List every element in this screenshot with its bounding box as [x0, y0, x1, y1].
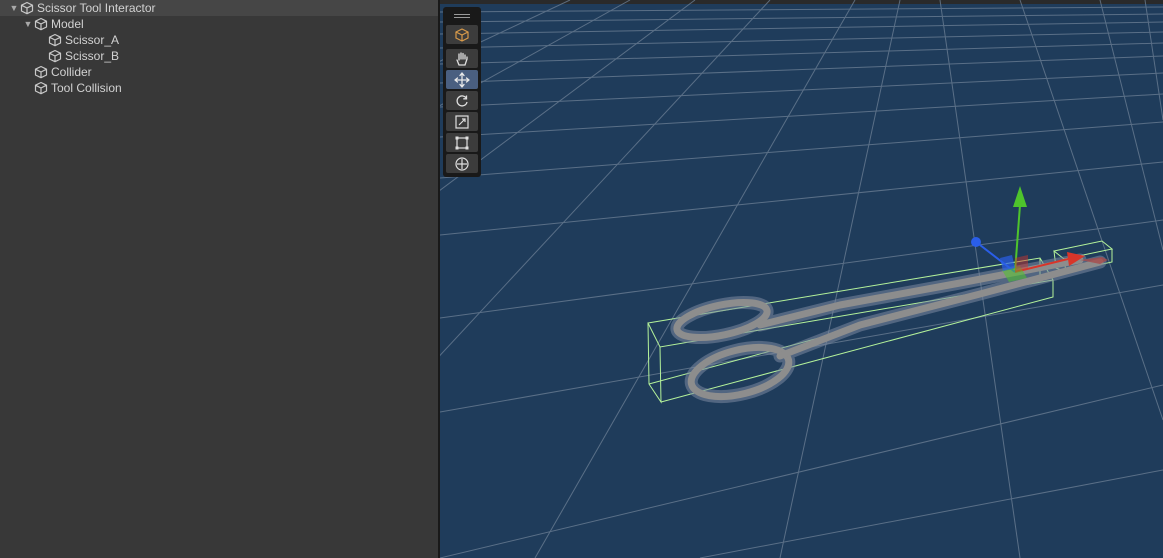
hierarchy-row-model[interactable]: ▼ Model	[0, 16, 438, 32]
hierarchy-item-label: Tool Collision	[51, 81, 122, 95]
hand-icon	[456, 51, 468, 66]
gameobject-cube-icon	[34, 65, 48, 79]
toolbar-grip-handle[interactable]	[446, 9, 478, 23]
hierarchy-panel: ▼ Scissor Tool Interactor ▼ Model ▼ Scis…	[0, 0, 438, 558]
hierarchy-row-tool-collision[interactable]: ▼ Tool Collision	[0, 80, 438, 96]
cube-icon	[455, 27, 469, 42]
scale-tool-button[interactable]	[446, 112, 478, 131]
scissors-model[interactable]	[670, 253, 1108, 405]
hierarchy-item-label: Scissor_B	[65, 49, 120, 63]
scene-tools-toolbar	[443, 7, 481, 177]
hierarchy-row-scissor-b[interactable]: ▼ Scissor_B	[0, 48, 438, 64]
gameobject-cube-icon	[48, 33, 62, 47]
transform-tool-button[interactable]	[446, 154, 478, 173]
hierarchy-item-label: Model	[51, 17, 84, 31]
hierarchy-row-scissor-tool-interactor[interactable]: ▼ Scissor Tool Interactor	[0, 0, 438, 16]
hand-tool-button[interactable]	[446, 49, 478, 68]
gameobject-cube-icon	[34, 17, 48, 31]
rotate-tool-button[interactable]	[446, 91, 478, 110]
rect-icon	[455, 136, 469, 149]
transform-icon	[455, 156, 469, 171]
scale-icon	[455, 114, 469, 129]
rotate-icon	[456, 94, 468, 107]
gizmo-y-arrow[interactable]	[1013, 186, 1027, 207]
scene-top-bar	[440, 0, 1163, 4]
move-tool-button[interactable]	[446, 70, 478, 89]
rect-tool-button[interactable]	[446, 133, 478, 152]
move-arrows-icon	[454, 71, 470, 88]
hierarchy-item-label: Collider	[51, 65, 92, 79]
view-tool-button[interactable]	[446, 25, 478, 44]
foldout-expanded-icon[interactable]: ▼	[8, 0, 20, 16]
scene-viewport[interactable]	[440, 0, 1163, 558]
scene-view[interactable]	[440, 0, 1163, 558]
gameobject-cube-icon	[34, 81, 48, 95]
hierarchy-row-scissor-a[interactable]: ▼ Scissor_A	[0, 32, 438, 48]
gameobject-cube-icon	[20, 1, 34, 15]
hierarchy-row-collider[interactable]: ▼ Collider	[0, 64, 438, 80]
gameobject-cube-icon	[48, 49, 62, 63]
hierarchy-item-label: Scissor_A	[65, 33, 120, 47]
gizmo-z-handle[interactable]	[971, 237, 981, 247]
hierarchy-item-label: Scissor Tool Interactor	[37, 1, 156, 15]
foldout-expanded-icon[interactable]: ▼	[22, 16, 34, 32]
